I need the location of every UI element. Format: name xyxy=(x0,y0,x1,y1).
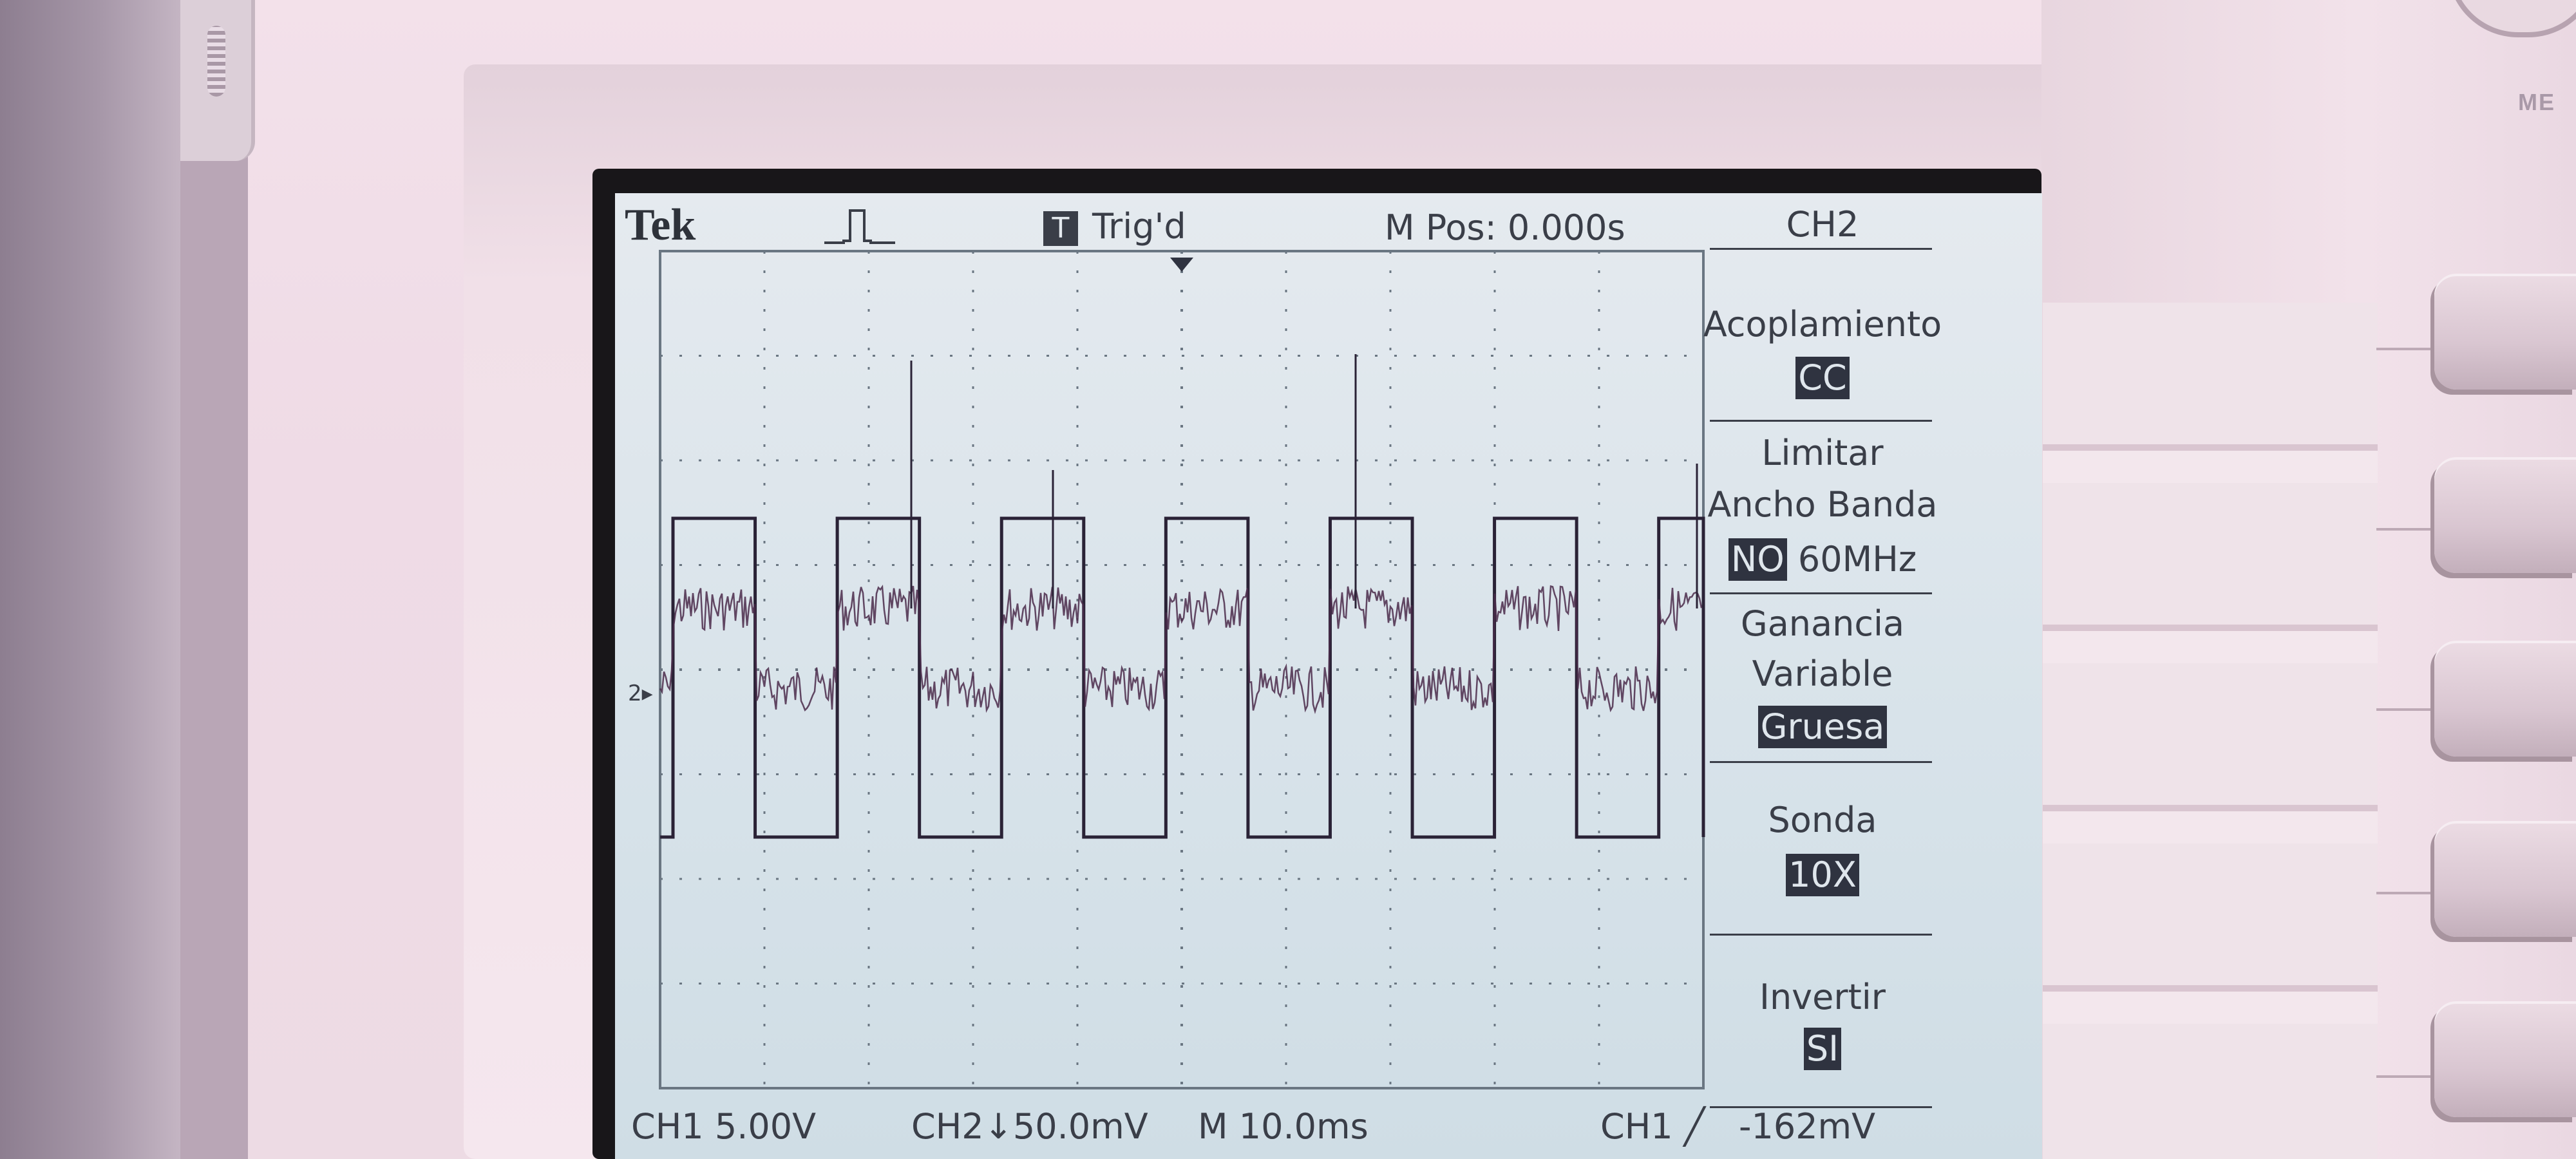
menu-button-label: ME xyxy=(2518,89,2555,115)
rising-edge-icon: ╱ xyxy=(1683,1106,1705,1147)
button-rail xyxy=(2043,303,2378,1159)
bezel-button-probe[interactable] xyxy=(2434,821,2576,937)
trigger-position-marker xyxy=(1170,258,1193,272)
trigger-source: CH1 xyxy=(1600,1106,1673,1147)
trigger-source-readout: CH1 ╱ xyxy=(1600,1106,1705,1147)
bezel-button-invert[interactable] xyxy=(2434,1001,2576,1117)
timebase-readout: M 10.0ms xyxy=(1198,1106,1368,1147)
ch2-scale-readout: CH2↓50.0mV xyxy=(911,1106,1148,1147)
bezel-button-gain[interactable] xyxy=(2434,641,2576,757)
probe-option[interactable]: 10X xyxy=(1697,850,1948,900)
bandwidth-option[interactable]: NO 60MHz xyxy=(1697,534,1948,585)
gain-label-line2: Variable xyxy=(1752,654,1893,694)
ch2-ground-marker-label: 2 xyxy=(628,681,642,706)
bandwidth-label-line2: Ancho Banda xyxy=(1707,484,1938,525)
trigger-state-icon: T xyxy=(1043,211,1078,247)
acquire-mode-icon xyxy=(824,209,895,244)
main-position-readout: M Pos: 0.000s xyxy=(1385,207,1625,248)
bezel-button-2-link xyxy=(2376,528,2434,531)
ch2-noisy-trace xyxy=(659,585,1703,715)
graticule-markers xyxy=(1170,258,1193,272)
menu-divider xyxy=(1710,761,1932,763)
left-control-knob[interactable] xyxy=(180,0,255,161)
bezel-button-coupling[interactable] xyxy=(2434,274,2576,390)
bezel-button-3-link xyxy=(2376,708,2434,711)
coupling-label: Acoplamiento xyxy=(1703,304,1942,344)
menu-divider xyxy=(1710,248,1932,250)
oscilloscope-left-housing xyxy=(0,0,180,1159)
trigger-level-readout: -162mV xyxy=(1739,1106,1876,1147)
menu-divider xyxy=(1710,592,1932,594)
trigger-status-text: Trig'd xyxy=(1092,206,1186,247)
ch2-ground-marker: 2▸ xyxy=(628,681,653,706)
invert-option[interactable]: SI xyxy=(1697,1024,1948,1074)
ch1-scale-readout: CH1 5.00V xyxy=(631,1106,817,1147)
bezel-button-bandwidth[interactable] xyxy=(2434,457,2576,573)
trigger-status: T Trig'd xyxy=(1043,206,1186,247)
probe-label: Sonda xyxy=(1768,800,1877,840)
invert-label: Invertir xyxy=(1759,977,1886,1017)
bezel-button-1-link xyxy=(2376,348,2434,350)
bezel-button-5-link xyxy=(2376,1075,2434,1078)
oscilloscope-display: Tek T Trig'd M Pos: 0.000s CH2 Acoplamien… xyxy=(615,193,2042,1159)
menu-divider xyxy=(1710,420,1932,422)
gain-label-line1: Ganancia xyxy=(1740,603,1905,644)
menu-divider xyxy=(1710,934,1932,936)
gain-option[interactable]: Gruesa xyxy=(1697,702,1948,752)
coupling-option[interactable]: CC xyxy=(1697,353,1948,403)
bandwidth-frequency: 60MHz xyxy=(1797,539,1917,580)
invert-value: SI xyxy=(1803,1028,1842,1070)
bezel-button-4-link xyxy=(2376,892,2434,894)
bandwidth-value: NO xyxy=(1728,538,1787,581)
probe-value: 10X xyxy=(1786,854,1859,896)
coupling-value: CC xyxy=(1795,357,1850,399)
knob-grip xyxy=(207,26,225,97)
brand-logo: Tek xyxy=(625,200,696,250)
menu-title-ch2: CH2 xyxy=(1786,204,1859,245)
gain-value: Gruesa xyxy=(1757,706,1888,748)
bandwidth-label-line1: Limitar xyxy=(1761,433,1884,473)
